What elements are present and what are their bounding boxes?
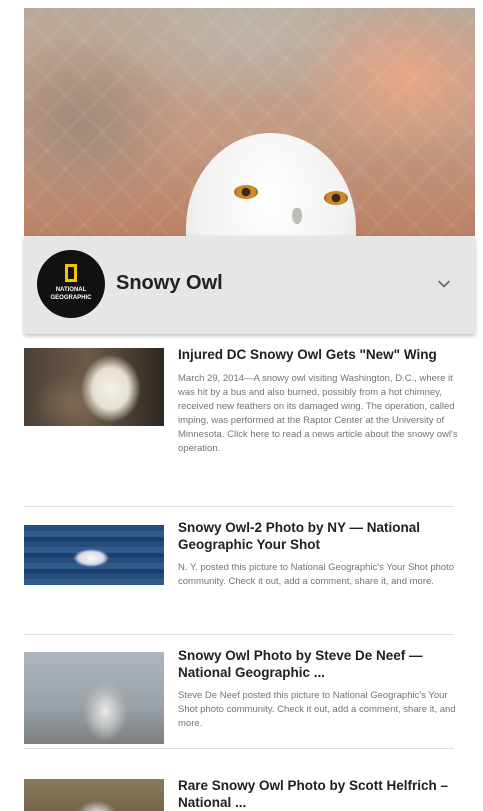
owl-eye-left — [234, 185, 258, 199]
page-title: Snowy Owl — [116, 272, 223, 294]
result-thumbnail[interactable] — [24, 779, 164, 811]
result-snippet: N. Y. posted this picture to National Ge… — [178, 562, 455, 587]
list-item[interactable]: Snowy Owl-2 Photo by NY — National Geogr… — [24, 507, 475, 634]
owl-eye-right — [324, 191, 348, 205]
screen-right-edge — [475, 0, 483, 811]
logo-text-line1: NATIONAL — [55, 287, 87, 293]
list-item[interactable]: Rare Snowy Owl Photo by Scott Helfrich –… — [24, 749, 475, 811]
app-screen: NATIONAL GEOGRAPHIC Snowy Owl Injured DC… — [0, 0, 483, 811]
result-thumbnail[interactable] — [24, 348, 164, 426]
result-snippet: Steve De Neef posted this picture to Nat… — [178, 690, 456, 729]
results-list: Injured DC Snowy Owl Gets "New" Wing Mar… — [24, 334, 475, 811]
list-item[interactable]: Snowy Owl Photo by Steve De Neef — Natio… — [24, 635, 475, 748]
list-item[interactable]: Injured DC Snowy Owl Gets "New" Wing Mar… — [24, 334, 475, 506]
screen-top-edge — [0, 0, 483, 8]
result-title[interactable]: Snowy Owl-2 Photo by NY — National Geogr… — [178, 519, 458, 553]
result-snippet: March 29, 2014—A snowy owl visiting Wash… — [178, 373, 458, 454]
yellow-frame-icon — [65, 264, 77, 282]
logo-text-line2: GEOGRAPHIC — [50, 295, 92, 301]
result-title[interactable]: Rare Snowy Owl Photo by Scott Helfrich –… — [178, 777, 458, 811]
owl-beak — [292, 208, 302, 224]
result-title[interactable]: Injured DC Snowy Owl Gets "New" Wing — [178, 346, 458, 363]
result-title[interactable]: Snowy Owl Photo by Steve De Neef — Natio… — [178, 647, 458, 681]
result-thumbnail[interactable] — [24, 652, 164, 744]
screen-left-edge — [0, 0, 24, 811]
national-geographic-logo: NATIONAL GEOGRAPHIC — [37, 250, 105, 318]
chevron-down-icon[interactable] — [436, 276, 452, 292]
result-thumbnail[interactable] — [24, 525, 164, 585]
entity-header[interactable]: NATIONAL GEOGRAPHIC Snowy Owl — [24, 236, 475, 334]
hero-image[interactable] — [24, 8, 475, 240]
